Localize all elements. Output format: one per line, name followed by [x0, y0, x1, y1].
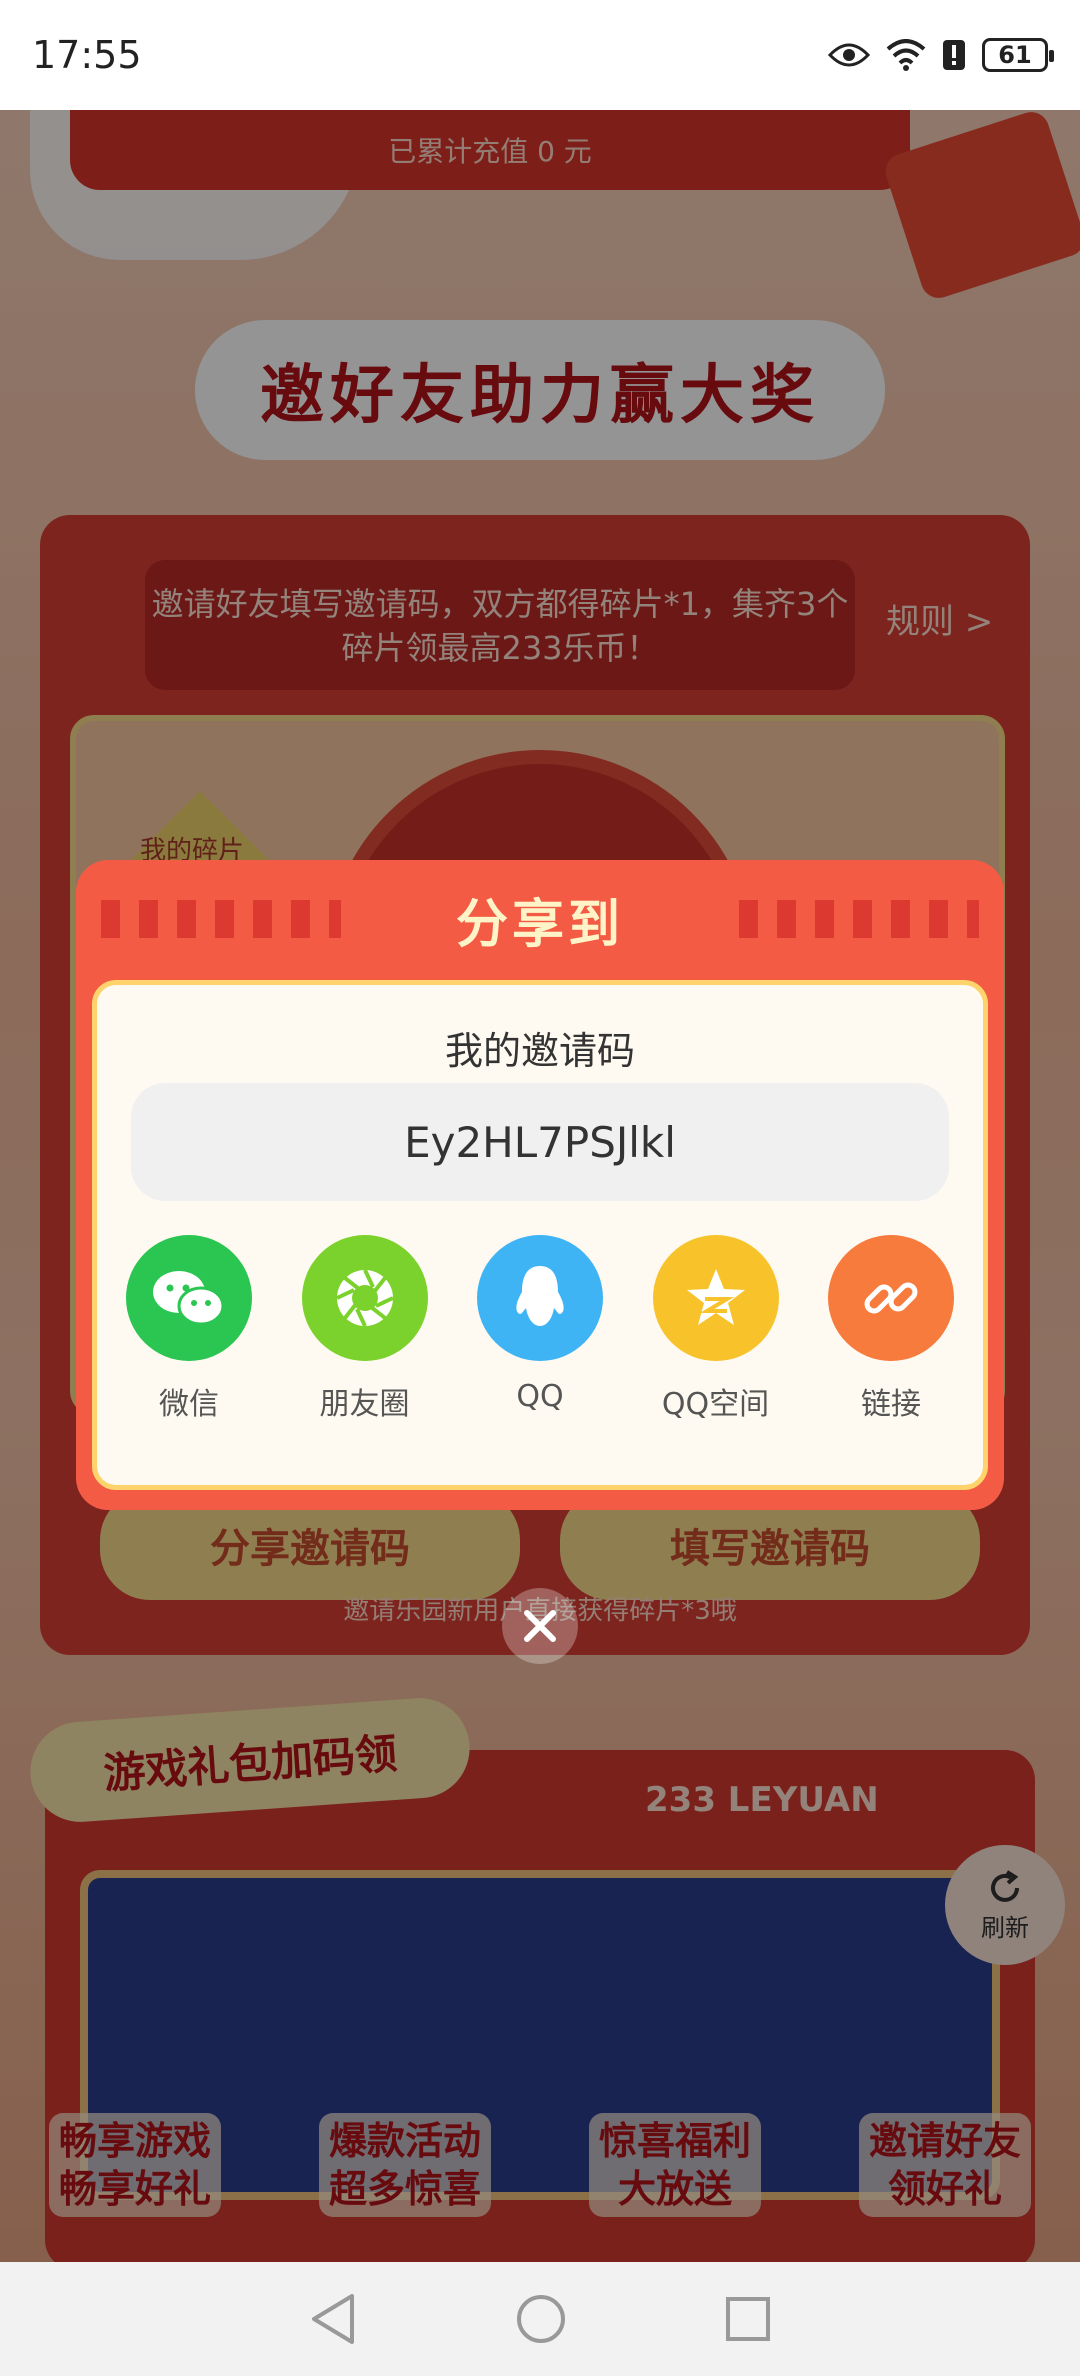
share-targets: 微信 朋友圈 QQ QQ空间 链接 [119, 1235, 961, 1423]
moments-icon [301, 1235, 428, 1361]
wifi-icon [886, 39, 926, 71]
invite-code-title: 我的邀请码 [444, 1029, 635, 1073]
close-icon [524, 1610, 556, 1642]
battery-level: 61 [998, 41, 1032, 69]
link-icon [828, 1235, 954, 1361]
wechat-icon [126, 1235, 252, 1361]
status-time: 17:55 [32, 33, 142, 77]
share-wechat-button[interactable]: 微信 [119, 1235, 259, 1423]
share-label: QQ [516, 1379, 564, 1414]
close-modal-button[interactable] [502, 1588, 578, 1664]
status-bar: 17:55 61 [0, 0, 1080, 110]
modal-title: 分享到 [455, 895, 624, 955]
share-qzone-button[interactable]: QQ空间 [646, 1235, 786, 1423]
battery-indicator: 61 [982, 38, 1054, 72]
share-label: 链接 [861, 1387, 921, 1422]
share-label: 朋友圈 [319, 1387, 410, 1422]
invite-code-value: Ey2HL7PSJlkl [404, 1117, 676, 1167]
share-label: 微信 [159, 1387, 219, 1422]
system-nav-bar [0, 2262, 1080, 2376]
share-panel: 我的邀请码 Ey2HL7PSJlkl 微信 朋友圈 QQ QQ空间 链接 [92, 980, 988, 1490]
eye-icon [828, 43, 870, 67]
home-icon[interactable] [515, 2293, 567, 2345]
status-icons: 61 [828, 38, 1054, 72]
qzone-icon [652, 1235, 779, 1361]
recents-icon[interactable] [724, 2295, 772, 2343]
share-modal: 分享到 我的邀请码 Ey2HL7PSJlkl 微信 朋友圈 QQ QQ空间 链接 [76, 860, 1004, 1510]
share-moments-button[interactable]: 朋友圈 [295, 1235, 435, 1423]
share-link-button[interactable]: 链接 [821, 1235, 961, 1423]
qq-icon [477, 1235, 603, 1361]
alert-icon [943, 40, 965, 70]
invite-code-box[interactable]: Ey2HL7PSJlkl [131, 1083, 949, 1201]
share-label: QQ空间 [661, 1387, 770, 1422]
share-qq-button[interactable]: QQ [470, 1235, 610, 1423]
back-icon[interactable] [308, 2292, 358, 2346]
